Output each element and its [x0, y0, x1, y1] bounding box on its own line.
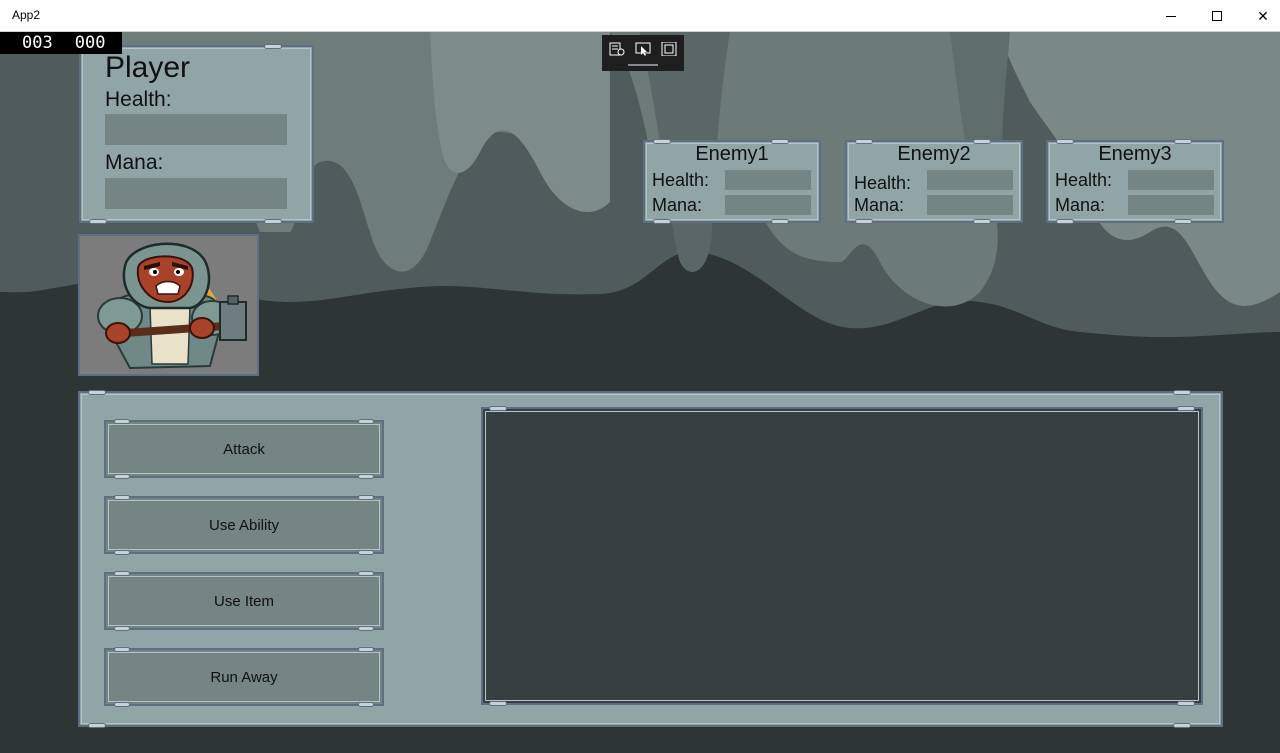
- enemy3-health-bar: [1128, 170, 1214, 190]
- enemy1-name: Enemy1: [695, 143, 769, 165]
- frame-counter-right: 000: [74, 33, 106, 53]
- layout-adorner-button[interactable]: [660, 41, 678, 57]
- minimize-button[interactable]: [1148, 0, 1194, 32]
- maximize-icon: [1212, 11, 1222, 21]
- player-name: Player: [105, 51, 191, 84]
- enemy3-mana-bar: [1128, 195, 1214, 215]
- frame-counter-left: 003: [22, 33, 53, 53]
- enemy2-status-panel: Enemy2 Health: Mana:: [845, 139, 1023, 224]
- player-status-panel: Player Health: Mana:: [79, 44, 314, 224]
- close-icon: ✕: [1257, 7, 1269, 24]
- run-away-label: Run Away: [210, 668, 278, 686]
- player-health-bar: [105, 114, 287, 145]
- use-ability-label: Use Ability: [208, 516, 280, 534]
- debug-toolbar: [602, 35, 684, 71]
- debug-toolbar-handle[interactable]: [628, 64, 658, 66]
- enemy2-health-bar: [927, 170, 1013, 190]
- close-button[interactable]: ✕: [1240, 0, 1280, 32]
- enemy2-mana-bar: [927, 195, 1013, 215]
- enemy1-mana-bar: [725, 195, 811, 215]
- layout-icon: [661, 42, 677, 56]
- use-item-button[interactable]: Use Item: [104, 571, 384, 631]
- use-ability-button[interactable]: Use Ability: [104, 495, 384, 555]
- player-mana-bar: [105, 178, 287, 209]
- frame-counter: 003 000: [0, 32, 122, 54]
- combat-log: [481, 406, 1203, 706]
- enemy1-health-bar: [725, 170, 811, 190]
- enemy2-health-label: Health:: [854, 173, 912, 193]
- enemy3-status-panel: Enemy3 Health: Mana:: [1046, 139, 1224, 224]
- player-portrait: [78, 234, 259, 376]
- maximize-button[interactable]: [1194, 0, 1240, 32]
- live-visual-tree-button[interactable]: [608, 41, 626, 57]
- enemy2-name: Enemy2: [897, 143, 971, 165]
- attack-label: Attack: [223, 440, 265, 458]
- select-element-button[interactable]: [634, 41, 652, 57]
- enemy3-health-label: Health:: [1055, 170, 1113, 190]
- enemy3-mana-label: Mana:: [1055, 195, 1106, 215]
- enemy3-name: Enemy3: [1098, 143, 1172, 165]
- enemy2-mana-label: Mana:: [854, 195, 905, 215]
- player-mana-label: Mana:: [105, 151, 164, 174]
- dwarf-warrior-image: [97, 242, 247, 370]
- enemy1-mana-label: Mana:: [652, 195, 703, 215]
- window-title: App2: [12, 8, 41, 22]
- action-panel: Attack Use Ability Use Item Run Away: [78, 390, 1223, 728]
- enemy1-health-label: Health:: [652, 170, 710, 190]
- enemy1-status-panel: Enemy1 Health: Mana:: [643, 139, 821, 224]
- attack-button[interactable]: Attack: [104, 419, 384, 479]
- run-away-button[interactable]: Run Away: [104, 647, 384, 707]
- cursor-select-icon: [635, 42, 651, 56]
- visual-tree-icon: [609, 42, 625, 56]
- title-bar: App2 ✕: [0, 0, 1280, 32]
- minimize-icon: [1166, 15, 1176, 17]
- use-item-label: Use Item: [213, 592, 274, 610]
- player-health-label: Health:: [105, 88, 172, 111]
